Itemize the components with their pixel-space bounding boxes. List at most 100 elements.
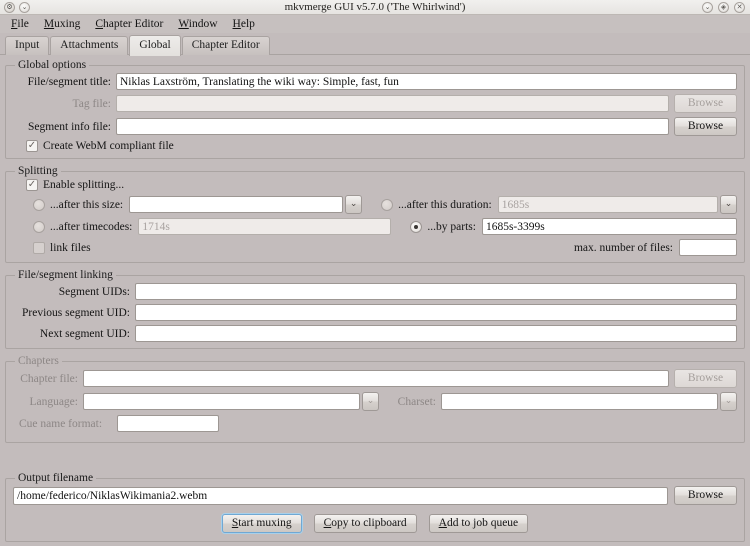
content-filler xyxy=(5,449,745,472)
enable-splitting-checkbox[interactable]: ✓ xyxy=(26,179,38,191)
tabbar: Input Attachments Global Chapter Editor xyxy=(0,33,750,55)
menu-window[interactable]: Window xyxy=(171,17,224,31)
by-parts-input[interactable] xyxy=(482,218,737,235)
webm-compliant-label: Create WebM compliant file xyxy=(43,140,174,152)
segment-uids-input[interactable] xyxy=(135,283,737,300)
action-buttons-row: Start muxing Copy to clipboard Add to jo… xyxy=(13,514,737,533)
close-button[interactable]: ✕ xyxy=(734,2,745,13)
titlebar-left-buttons: ⚙ ⌄ xyxy=(4,2,30,13)
previous-segment-uid-label: Previous segment UID: xyxy=(13,307,135,319)
menu-window-label: indow xyxy=(189,18,218,30)
minimize-button[interactable]: ⌄ xyxy=(702,2,713,13)
enable-splitting-label: Enable splitting... xyxy=(43,179,124,191)
split-timecodes-parts-row: ...after timecodes: ...by parts: xyxy=(13,218,737,235)
after-timecodes-label: ...after timecodes: xyxy=(50,221,138,233)
titlebar-right-buttons: ⌄ ◈ ✕ xyxy=(702,0,745,14)
cue-name-format-row: Cue name format: xyxy=(13,415,737,432)
close-icon: ✕ xyxy=(737,4,743,11)
tab-chapter-editor[interactable]: Chapter Editor xyxy=(182,36,270,55)
gear-icon: ⚙ xyxy=(6,4,12,11)
after-this-size-combo[interactable]: ⌄ xyxy=(129,195,362,214)
after-this-size-radio[interactable] xyxy=(33,199,45,211)
previous-segment-uid-row: Previous segment UID: xyxy=(13,304,737,321)
global-tab-content: Global options File/segment title: Tag f… xyxy=(0,55,750,546)
tag-file-row: Tag file: Browse xyxy=(13,94,737,113)
menu-help-label: elp xyxy=(241,18,255,30)
diamond-icon: ◈ xyxy=(721,4,726,11)
output-filename-legend: Output filename xyxy=(15,472,96,484)
maximize-button[interactable]: ◈ xyxy=(718,2,729,13)
output-filename-row: Browse xyxy=(13,486,737,505)
enable-splitting-row[interactable]: ✓ Enable splitting... xyxy=(13,179,737,191)
add-to-job-queue-accel: A xyxy=(439,517,447,529)
segment-info-file-row: Segment info file: Browse xyxy=(13,117,737,136)
copy-to-clipboard-label: opy to clipboard xyxy=(331,517,406,529)
chevron-down-icon: ⌄ xyxy=(725,200,733,209)
after-timecodes-input xyxy=(138,218,391,235)
webm-compliant-checkbox[interactable]: ✓ xyxy=(26,140,38,152)
cue-name-format-label: Cue name format: xyxy=(13,418,117,430)
cue-name-format-input xyxy=(117,415,219,432)
after-this-duration-combo[interactable]: ⌄ xyxy=(498,195,737,214)
by-parts-radio[interactable] xyxy=(410,221,422,233)
chapter-charset-dropdown-button: ⌄ xyxy=(720,392,737,411)
window-title: mkvmerge GUI v5.7.0 ('The Whirlwind') xyxy=(0,0,750,14)
file-segment-title-label: File/segment title: xyxy=(13,76,116,88)
start-muxing-label: tart muxing xyxy=(238,517,291,529)
link-files-checkbox[interactable]: ✓ xyxy=(33,242,45,254)
file-segment-title-row: File/segment title: xyxy=(13,73,737,90)
after-this-duration-label: ...after this duration: xyxy=(398,199,498,211)
add-to-job-queue-button[interactable]: Add to job queue xyxy=(429,514,529,533)
splitting-group: Splitting ✓ Enable splitting... ...after… xyxy=(5,165,745,263)
tag-file-browse-button: Browse xyxy=(674,94,737,113)
chapter-file-label: Chapter file: xyxy=(13,373,83,385)
max-number-of-files-input[interactable] xyxy=(679,239,737,256)
menu-chapter-editor[interactable]: Chapter Editor xyxy=(88,17,170,31)
split-size-duration-row: ...after this size: ⌄ ...after this dura… xyxy=(13,195,737,214)
tab-input[interactable]: Input xyxy=(5,36,49,55)
menu-muxing[interactable]: Muxing xyxy=(37,17,87,31)
segment-info-browse-button[interactable]: Browse xyxy=(674,117,737,136)
chapters-legend: Chapters xyxy=(15,355,62,367)
chapter-file-browse-button: Browse xyxy=(674,369,737,388)
chevron-down-icon: ⌄ xyxy=(350,200,358,209)
next-segment-uid-input[interactable] xyxy=(135,325,737,342)
copy-to-clipboard-button[interactable]: Copy to clipboard xyxy=(314,514,417,533)
webm-compliant-row[interactable]: ✓ Create WebM compliant file xyxy=(13,140,737,152)
chapter-file-input xyxy=(83,370,669,387)
link-files-row: ✓ link files max. number of files: xyxy=(13,239,737,256)
start-muxing-button[interactable]: Start muxing xyxy=(222,514,302,533)
output-browse-button[interactable]: Browse xyxy=(674,486,737,505)
radio-dot-icon xyxy=(414,225,418,229)
menu-help[interactable]: Help xyxy=(226,17,262,31)
check-icon: ✓ xyxy=(28,180,36,190)
global-options-legend: Global options xyxy=(15,59,89,71)
tag-file-input xyxy=(116,95,669,112)
segment-info-file-input[interactable] xyxy=(116,118,669,135)
after-this-size-label: ...after this size: xyxy=(50,199,129,211)
chapters-group: Chapters Chapter file: Browse Language: … xyxy=(5,355,745,443)
next-segment-uid-label: Next segment UID: xyxy=(13,328,135,340)
previous-segment-uid-input[interactable] xyxy=(135,304,737,321)
after-this-size-input[interactable] xyxy=(129,196,343,213)
after-this-size-dropdown-button[interactable]: ⌄ xyxy=(345,195,362,214)
tab-global[interactable]: Global xyxy=(129,35,180,56)
file-segment-title-input[interactable] xyxy=(116,73,737,90)
chevron-down-icon: ⌄ xyxy=(367,397,375,406)
after-this-duration-dropdown-button[interactable]: ⌄ xyxy=(720,195,737,214)
chapter-file-row: Chapter file: Browse xyxy=(13,369,737,388)
menu-file[interactable]: File xyxy=(4,17,36,31)
shade-button[interactable]: ⌄ xyxy=(19,2,30,13)
chapter-language-combo: ⌄ xyxy=(83,392,379,411)
output-filename-input[interactable] xyxy=(13,487,668,505)
file-segment-linking-legend: File/segment linking xyxy=(15,269,116,281)
tab-attachments[interactable]: Attachments xyxy=(50,36,128,55)
app-menu-icon[interactable]: ⚙ xyxy=(4,2,15,13)
check-icon: ✓ xyxy=(28,141,36,151)
splitting-legend: Splitting xyxy=(15,165,61,177)
after-timecodes-radio[interactable] xyxy=(33,221,45,233)
menu-help-accel: H xyxy=(233,18,241,30)
segment-info-file-label: Segment info file: xyxy=(13,121,116,133)
after-this-duration-radio[interactable] xyxy=(381,199,393,211)
file-segment-linking-group: File/segment linking Segment UIDs: Previ… xyxy=(5,269,745,349)
